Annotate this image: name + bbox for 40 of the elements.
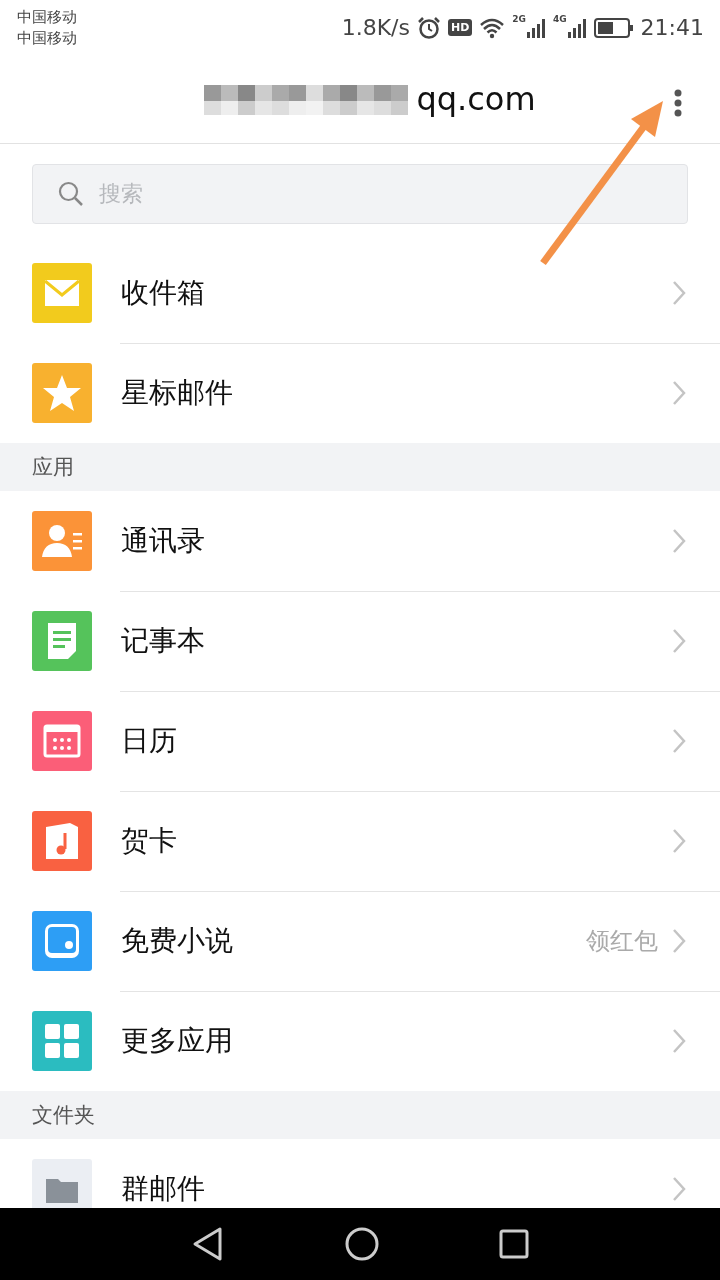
section-header: 文件夹	[32, 1102, 95, 1129]
network-type: 2G	[512, 13, 526, 24]
clock-time: 21:41	[640, 15, 704, 40]
menu-item[interactable]: 贺卡	[121, 822, 672, 860]
chevron-icon	[672, 380, 686, 406]
menu-item[interactable]: 日历	[121, 722, 672, 760]
recents-icon[interactable]	[499, 1229, 529, 1259]
more-menu-icon[interactable]	[674, 89, 682, 117]
alarm-icon	[416, 15, 441, 40]
carrier-name: 中国移动	[17, 27, 77, 49]
search-icon	[58, 180, 84, 207]
chevron-icon	[672, 628, 686, 654]
chevron-icon	[672, 528, 686, 554]
network-type: 4G	[552, 13, 567, 24]
chevron-icon	[672, 828, 686, 854]
menu-item[interactable]: 收件箱	[121, 274, 672, 312]
menu-item[interactable]: 免费小说	[121, 922, 586, 960]
chevron-icon	[672, 1176, 686, 1202]
battery-icon	[593, 16, 634, 39]
menu-item[interactable]: 记事本	[121, 622, 672, 660]
chevron-icon	[672, 280, 686, 306]
chevron-icon	[672, 728, 686, 754]
chevron-icon	[672, 928, 686, 954]
signal-icon	[566, 17, 587, 38]
menu-item[interactable]: 星标邮件	[121, 374, 672, 412]
signal-icon	[525, 17, 546, 38]
chevron-icon	[672, 1028, 686, 1054]
home-icon[interactable]	[345, 1227, 379, 1261]
section-header: 应用	[32, 454, 74, 481]
network-speed: 1.8K/s	[341, 15, 410, 40]
badge-text: 领红包	[586, 926, 658, 957]
menu-item[interactable]: 更多应用	[121, 1022, 672, 1060]
carrier-name: 中国移动	[17, 6, 77, 28]
hd-badge: HD	[447, 19, 473, 36]
search-field[interactable]: 搜索	[32, 163, 688, 224]
menu-item[interactable]: 群邮件	[121, 1170, 672, 1208]
account-email: qq.com	[416, 80, 536, 118]
back-icon[interactable]	[191, 1226, 225, 1262]
menu-item[interactable]: 通讯录	[121, 522, 672, 560]
wifi-icon	[479, 16, 506, 39]
